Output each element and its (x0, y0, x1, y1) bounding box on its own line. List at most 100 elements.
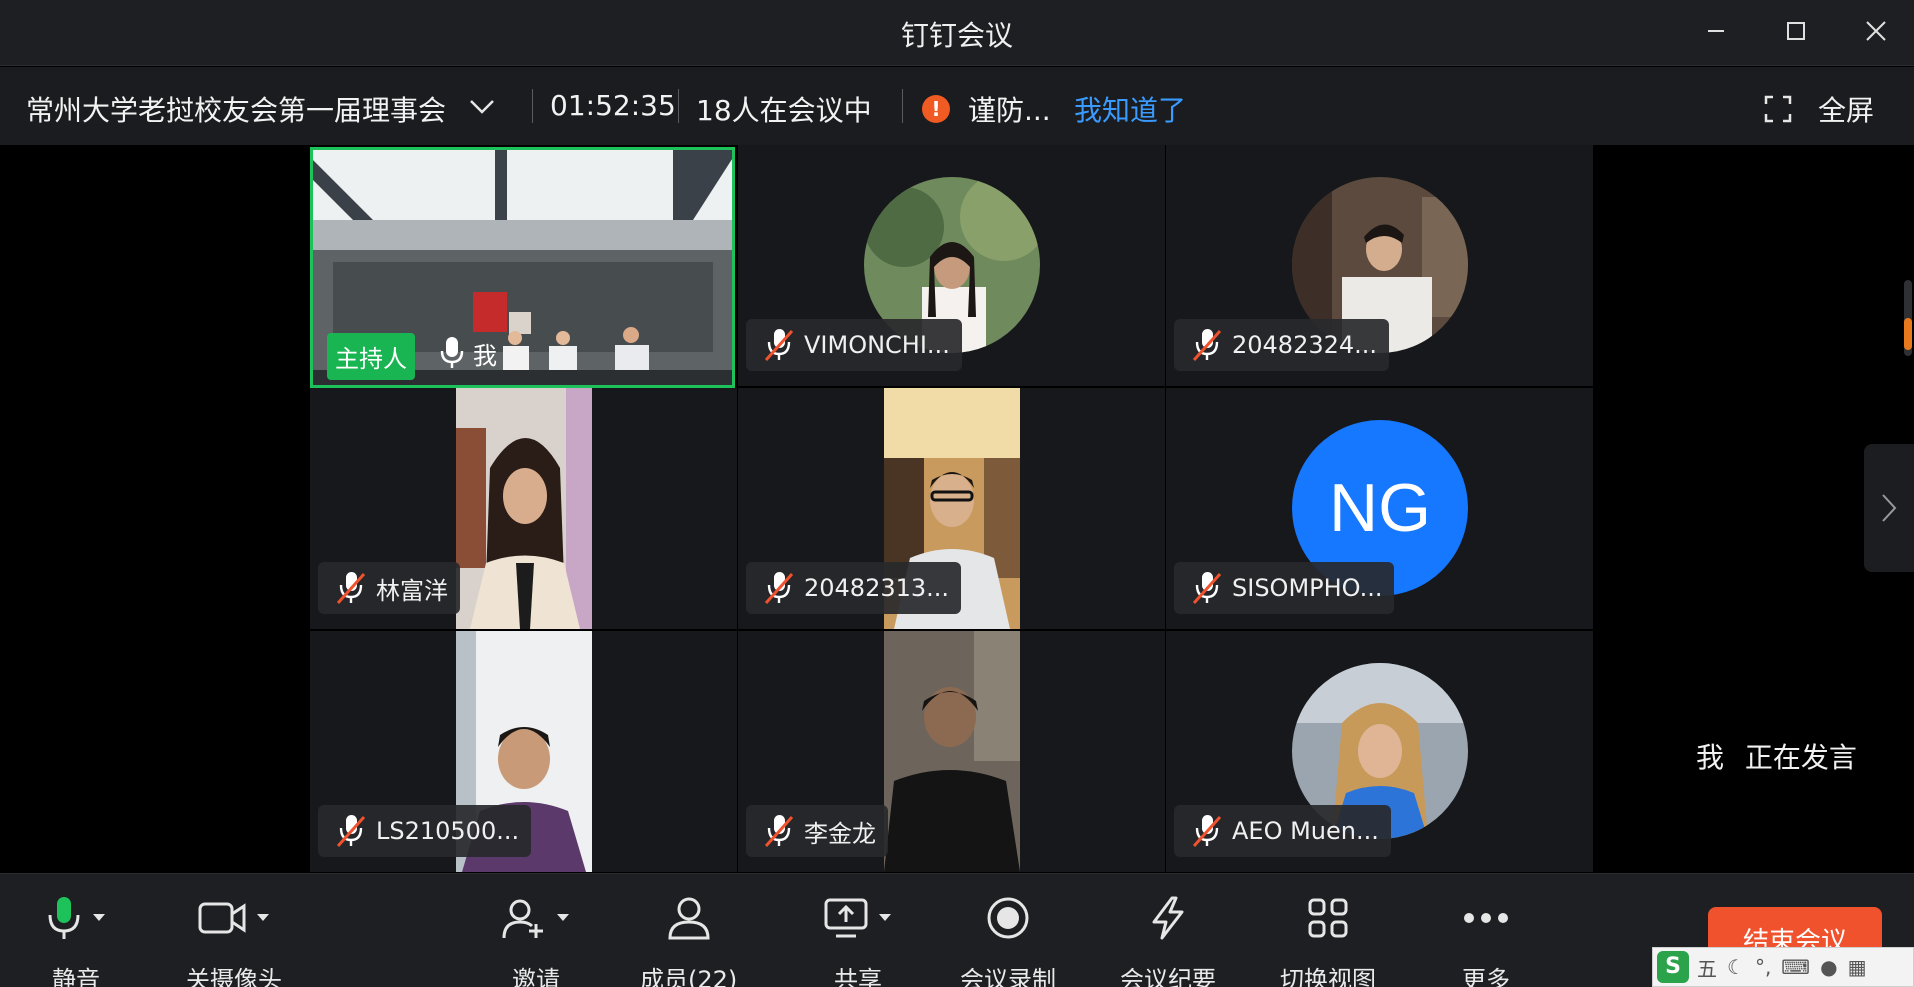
video-tile[interactable]: VIMONCHI... (738, 145, 1165, 386)
video-tile[interactable]: LS210500... (310, 631, 737, 872)
name-tag: SISOMPHO... (1174, 562, 1395, 614)
minutes-button[interactable]: 会议纪要 (1120, 894, 1216, 987)
muted-microphone-icon (764, 329, 794, 362)
chevron-down-icon[interactable] (468, 95, 496, 119)
share-button[interactable]: 共享 (824, 894, 892, 987)
video-tile[interactable]: NG SISOMPHO... (1166, 388, 1593, 629)
participant-name-text: 李金龙 (804, 819, 876, 848)
video-grid: 主持人 我 VIMONCHI... 20482324... 林富洋 204823… (310, 145, 1593, 873)
more-button[interactable]: 更多 (1462, 894, 1510, 987)
name-tag: VIMONCHI... (746, 319, 962, 371)
share-label: 共享 (834, 966, 882, 987)
name-tag: LS210500... (318, 805, 532, 857)
meeting-info-bar: 常州大学老挝校友会第一届理事会 01:52:35 18人在会议中 ! 谨防...… (0, 67, 1914, 145)
fullscreen-icon[interactable] (1764, 95, 1792, 123)
maximize-icon (1787, 22, 1805, 40)
switch-view-button[interactable]: 切换视图 (1280, 894, 1376, 987)
video-tile[interactable]: 20482324... (1166, 145, 1593, 386)
name-tag: 20482324... (1174, 319, 1390, 371)
punctuation-icon[interactable]: °, (1755, 955, 1771, 979)
name-tag: 李金龙 (746, 805, 888, 857)
muted-microphone-icon (1192, 329, 1222, 362)
divider (532, 89, 533, 123)
speaking-status: 正在发言 (1744, 741, 1857, 774)
muted-microphone-icon (1192, 572, 1222, 605)
apps-icon[interactable]: ▦ (1848, 955, 1867, 979)
security-notice[interactable]: 谨防... (968, 89, 1051, 129)
close-icon (1866, 21, 1886, 41)
participant-count[interactable]: 18人在会议中 (696, 89, 872, 129)
participant-video (456, 388, 592, 629)
members-icon (668, 897, 710, 940)
close-button[interactable] (1848, 8, 1904, 54)
name-tag: 林富洋 (318, 562, 460, 614)
maximize-button[interactable] (1768, 8, 1824, 54)
camera-label: 关摄像头 (186, 966, 282, 987)
microphone-icon (440, 337, 464, 368)
microphone-icon (48, 897, 80, 939)
app-title: 钉钉会议 (900, 19, 1013, 52)
more-icon (1464, 913, 1508, 923)
acknowledge-link[interactable]: 我知道了 (1074, 89, 1186, 129)
caret-down-icon[interactable] (878, 913, 892, 923)
video-camera-icon (198, 902, 246, 934)
participant-name-text: 20482313... (804, 574, 950, 602)
video-tile-host[interactable]: 主持人 我 (310, 147, 735, 388)
meeting-toolbar: 静音 关摄像头 邀请 成员(22) 共享 会议录制 会议纪要 切换视图 更多 结… (0, 873, 1914, 987)
members-button[interactable]: 成员(22) (640, 894, 737, 987)
add-user-icon (502, 899, 543, 939)
record-icon (987, 897, 1029, 939)
mute-button[interactable]: 静音 (46, 894, 106, 987)
video-tile[interactable]: 李金龙 (738, 631, 1165, 872)
name-tag: 20482313... (746, 562, 962, 614)
switch-view-label: 切换视图 (1280, 966, 1376, 987)
video-tile[interactable]: AEO Muen... (1166, 631, 1593, 872)
invite-button[interactable]: 邀请 (502, 894, 570, 987)
members-label: 成员(22) (640, 966, 738, 987)
record-label: 会议录制 (960, 966, 1056, 987)
participant-name-text: VIMONCHI... (804, 331, 950, 359)
caret-down-icon[interactable] (556, 913, 570, 923)
minimize-icon (1708, 30, 1724, 32)
title-bar: 钉钉会议 (0, 0, 1914, 66)
lightning-icon (1152, 896, 1184, 940)
speaking-indicator: 我 正在发言 (1696, 736, 1857, 776)
divider (678, 89, 679, 123)
divider (902, 89, 903, 123)
speaker-name: 我 (1696, 741, 1725, 774)
video-tile[interactable]: 20482313... (738, 388, 1165, 629)
participant-name-text: 林富洋 (376, 576, 448, 605)
name-tag: AEO Muen... (1174, 805, 1391, 857)
grid-view-icon (1308, 898, 1348, 938)
meeting-name[interactable]: 常州大学老挝校友会第一届理事会 (26, 89, 446, 129)
caret-down-icon[interactable] (256, 913, 270, 923)
participant-name-text: SISOMPHO... (1232, 574, 1383, 602)
user-icon[interactable]: ● (1820, 955, 1837, 979)
video-tile[interactable]: 林富洋 (310, 388, 737, 629)
next-page-button[interactable] (1864, 444, 1914, 572)
muted-microphone-icon (336, 815, 366, 848)
minimize-button[interactable] (1688, 8, 1744, 54)
muted-microphone-icon (764, 572, 794, 605)
participant-name-text: AEO Muen... (1232, 817, 1379, 845)
more-label: 更多 (1462, 966, 1510, 987)
keyboard-icon[interactable]: ⌨ (1781, 955, 1810, 979)
muted-microphone-icon (764, 815, 794, 848)
participant-name-text: LS210500... (376, 817, 520, 845)
scrollbar-marker (1904, 318, 1912, 350)
caret-down-icon[interactable] (92, 913, 106, 923)
muted-microphone-icon (336, 572, 366, 605)
invite-label: 邀请 (512, 966, 560, 987)
moon-icon[interactable]: ☾ (1727, 955, 1745, 979)
participant-name: 我 (439, 333, 497, 373)
participant-name-text: 我 (473, 341, 497, 370)
record-button[interactable]: 会议录制 (960, 894, 1056, 987)
fullscreen-button[interactable]: 全屏 (1818, 89, 1874, 129)
camera-toggle-button[interactable]: 关摄像头 (186, 894, 282, 987)
chevron-right-icon (1882, 494, 1897, 522)
meeting-timer: 01:52:35 (550, 89, 676, 122)
muted-microphone-icon (1192, 815, 1222, 848)
ime-status-bar[interactable]: S 五 ☾ °, ⌨ ● ▦ (1652, 947, 1914, 987)
participant-video (884, 631, 1020, 872)
ime-mode[interactable]: 五 (1697, 953, 1717, 982)
